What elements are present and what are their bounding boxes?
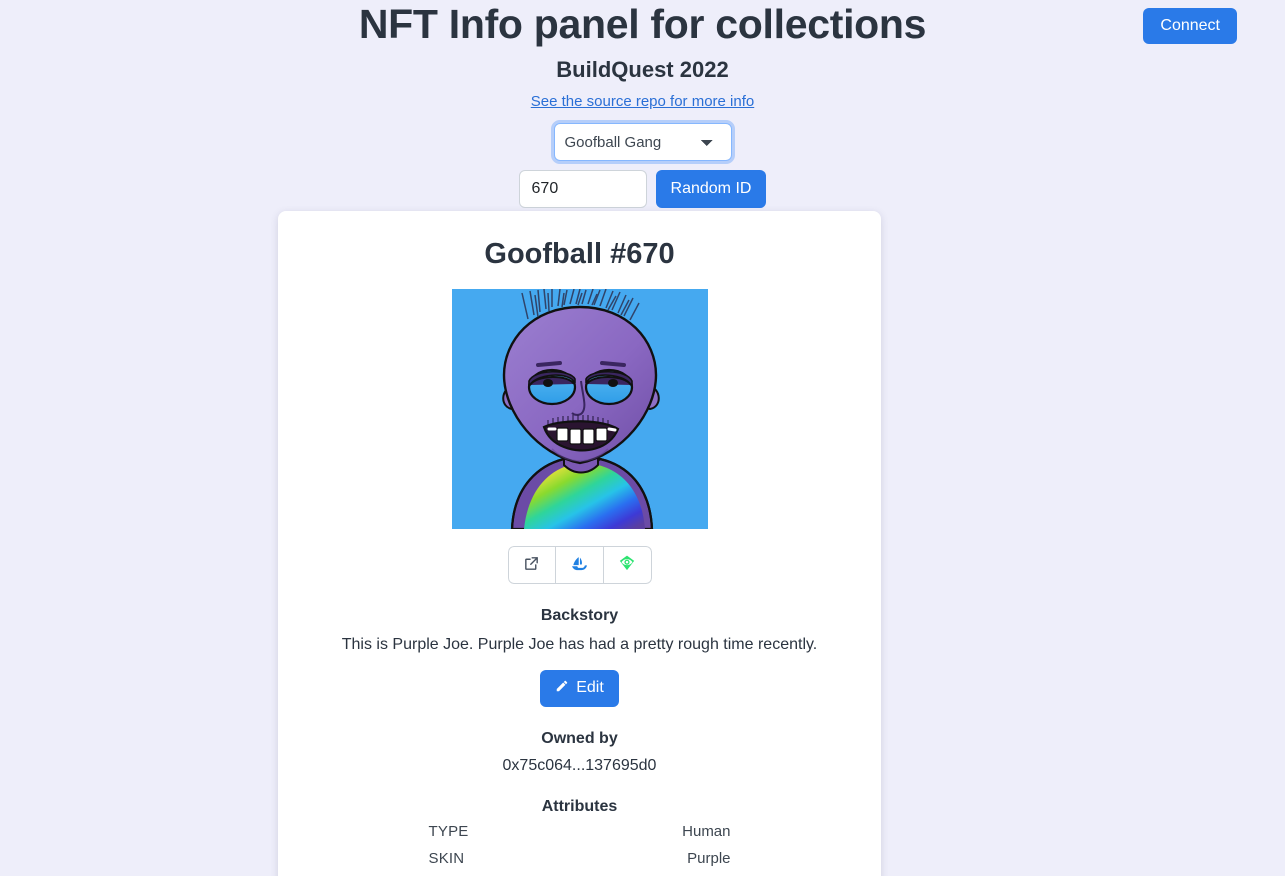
collection-select[interactable]: Goofball Gang xyxy=(550,120,735,165)
attribute-key: TYPE xyxy=(428,822,469,840)
page-subtitle: BuildQuest 2022 xyxy=(556,57,729,83)
backstory-text: This is Purple Joe. Purple Joe has had a… xyxy=(341,635,818,653)
table-row: SKIN Purple xyxy=(429,845,731,873)
connect-button-wrap: Connect xyxy=(1143,8,1237,45)
page-title: NFT Info panel for collections xyxy=(358,1,927,47)
edit-button-label: Edit xyxy=(576,679,604,697)
controls-area: Goofball Gang Random ID xyxy=(0,120,1285,209)
table-row: TYPE Human xyxy=(429,818,731,846)
nft-image xyxy=(451,288,708,529)
external-link-button[interactable] xyxy=(507,545,556,584)
opensea-button[interactable] xyxy=(555,545,604,584)
attribute-value: Purple xyxy=(687,850,731,868)
token-id-input[interactable] xyxy=(518,170,647,209)
pencil-icon xyxy=(555,679,569,698)
collection-select-row: Goofball Gang xyxy=(0,120,1285,165)
external-link-icon xyxy=(523,555,540,575)
source-repo-link[interactable]: See the source repo for more info xyxy=(531,93,754,110)
table-row: BEARD Pencil xyxy=(429,873,731,876)
owner-address: 0x75c064...137695d0 xyxy=(502,756,657,774)
looksrare-button[interactable] xyxy=(603,545,652,584)
owned-by-heading: Owned by xyxy=(541,729,618,747)
token-id-row: Random ID xyxy=(0,170,1285,209)
app-root: Connect NFT Info panel for collections B… xyxy=(0,0,1285,876)
random-id-button[interactable]: Random ID xyxy=(655,170,767,209)
attribute-value: Human xyxy=(682,822,731,840)
connect-button[interactable]: Connect xyxy=(1143,8,1237,45)
opensea-icon xyxy=(570,554,589,576)
attribute-key: BEARD xyxy=(429,873,580,876)
looksrare-icon xyxy=(617,553,637,576)
attributes-body: TYPE Human SKIN Purple BEARD Pencil HAIR… xyxy=(429,818,731,876)
nft-title: Goofball #670 xyxy=(484,238,675,270)
edit-backstory-button[interactable]: Edit xyxy=(540,669,619,707)
attributes-table: TYPE Human SKIN Purple BEARD Pencil HAIR… xyxy=(429,818,731,876)
page-header: NFT Info panel for collections BuildQues… xyxy=(0,0,1285,111)
nft-link-buttons xyxy=(507,545,652,584)
attribute-value: Pencil xyxy=(580,873,731,876)
backstory-heading: Backstory xyxy=(540,606,619,624)
attribute-key: SKIN xyxy=(428,850,465,868)
attributes-heading: Attributes xyxy=(541,797,618,815)
nft-card: Goofball #670 Backstory This is Purple J… xyxy=(278,211,881,876)
